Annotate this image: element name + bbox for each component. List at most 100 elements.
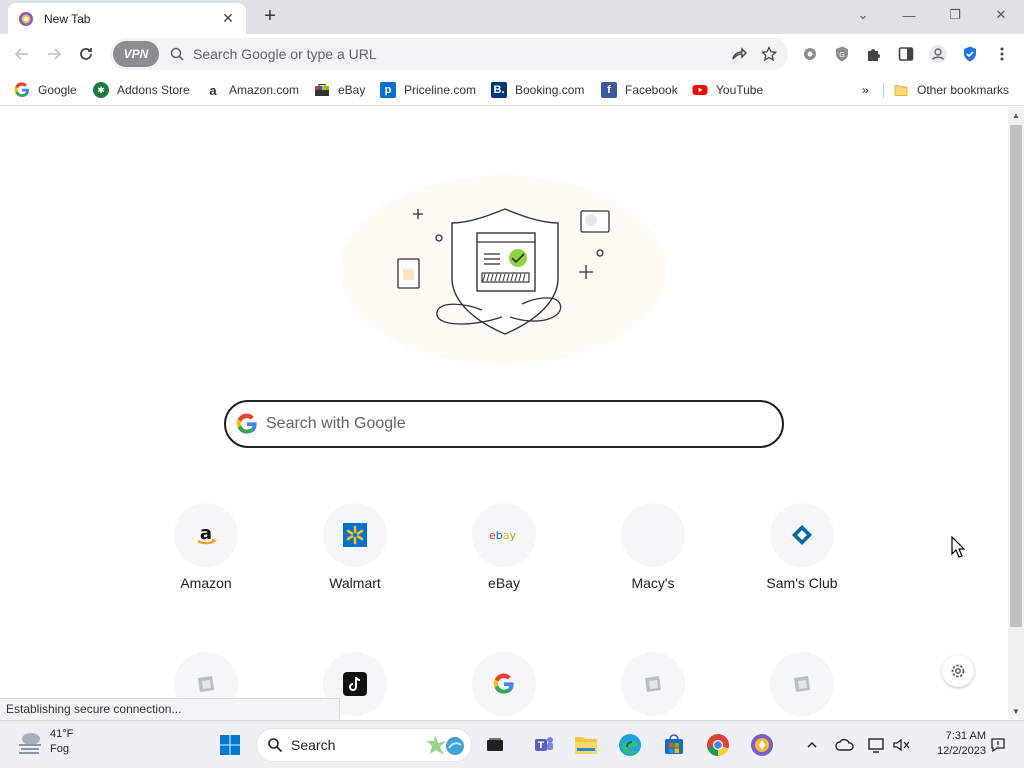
taskbar-search-box[interactable]: Search	[256, 728, 472, 762]
new-tab-button[interactable]: +	[258, 5, 282, 29]
search-icon	[170, 47, 184, 61]
file-explorer-icon[interactable]	[573, 732, 599, 758]
vpn-button[interactable]: VPN	[113, 41, 159, 67]
minimize-button[interactable]: —	[886, 0, 932, 30]
svg-text:G: G	[839, 51, 844, 59]
bookmark-amazon[interactable]: a Amazon.com	[205, 81, 299, 99]
page-scrollbar[interactable]: ▲ ▼	[1008, 107, 1024, 719]
bookmark-addons-store[interactable]: ✱ Addons Store	[93, 81, 190, 99]
clock-date: 12/2/2023	[937, 745, 986, 757]
forward-arrow-icon	[48, 48, 62, 60]
volume-muted-icon[interactable]	[889, 732, 915, 758]
bookmark-label: Booking.com	[515, 83, 585, 97]
onedrive-cloud-icon[interactable]	[832, 732, 858, 758]
shortcut-label: Walmart	[329, 575, 381, 591]
back-arrow-icon	[14, 48, 28, 60]
new-tab-page: Search with Google a Amazon Walmart ebay…	[0, 107, 1008, 719]
scroll-up-arrow-icon[interactable]: ▲	[1008, 107, 1024, 123]
shortcut-walmart[interactable]: Walmart	[300, 503, 410, 603]
windows-start-icon[interactable]	[217, 732, 243, 758]
notifications-icon[interactable]	[985, 732, 1011, 758]
restore-button[interactable]: ❐	[932, 0, 978, 30]
toolbar: VPN Search Google or type a URL G	[0, 34, 1024, 74]
customize-settings-gear-icon[interactable]	[942, 655, 974, 687]
edge-browser-icon[interactable]	[617, 732, 643, 758]
bookmark-label: Facebook	[625, 83, 678, 97]
menu-kebab-icon[interactable]	[991, 43, 1013, 65]
folder-icon	[894, 85, 908, 96]
browser-logo-icon	[19, 11, 33, 26]
show-hidden-icons-chevron-icon[interactable]	[799, 732, 825, 758]
extensions-puzzle-icon[interactable]	[863, 43, 885, 65]
clock-time: 7:31 AM	[945, 730, 986, 742]
shortcut-site[interactable]	[747, 652, 857, 719]
teams-icon[interactable]: T	[531, 732, 557, 758]
shortcut-ebay[interactable]: ebay eBay	[449, 503, 559, 603]
weather-description: Fog	[50, 743, 69, 755]
extension-shield-icon[interactable]: G	[831, 43, 853, 65]
bookmark-label: Amazon.com	[229, 83, 300, 97]
share-icon[interactable]	[724, 39, 754, 69]
task-view-icon[interactable]	[482, 732, 508, 758]
extension-gear-icon[interactable]	[799, 43, 821, 65]
svg-text:T: T	[538, 741, 545, 751]
bookmark-label: eBay	[338, 83, 366, 97]
close-window-button[interactable]: ✕	[978, 0, 1024, 30]
back-button[interactable]	[10, 42, 34, 66]
bookmark-youtube[interactable]: YouTube	[692, 81, 763, 99]
bookmark-booking[interactable]: B. Booking.com	[491, 81, 584, 99]
reload-button[interactable]	[74, 42, 98, 66]
forward-button[interactable]	[42, 42, 66, 66]
tab-title: New Tab	[44, 11, 91, 26]
shortcut-label: eBay	[488, 575, 520, 591]
shortcut-amazon[interactable]: a Amazon	[151, 503, 261, 603]
microsoft-store-icon[interactable]	[661, 732, 687, 758]
bookmark-label: Addons Store	[117, 83, 190, 97]
facebook-icon: f	[601, 82, 617, 98]
booking-icon: B.	[491, 82, 507, 98]
shortcut-site[interactable]	[598, 652, 708, 719]
addons-store-icon: ✱	[93, 82, 109, 98]
google-search-box[interactable]: Search with Google	[224, 400, 784, 448]
chrome-icon[interactable]	[705, 732, 731, 758]
amazon-icon: a	[174, 503, 238, 567]
weather-widget[interactable]: 41°F Fog	[16, 727, 73, 757]
reload-icon	[80, 48, 92, 60]
display-network-icon[interactable]	[864, 732, 890, 758]
shortcut-google[interactable]	[449, 652, 559, 719]
other-bookmarks-folder[interactable]: Other bookmarks	[893, 81, 1009, 99]
status-bar: Establishing secure connection...	[0, 698, 340, 720]
vpn-shield-check-icon[interactable]	[959, 43, 981, 65]
priceline-icon: p	[380, 82, 396, 98]
scroll-down-arrow-icon[interactable]: ▼	[1008, 703, 1024, 719]
bookmark-ebay[interactable]: eBay	[314, 81, 365, 99]
scrollbar-thumb[interactable]	[1010, 125, 1022, 627]
tab-new-tab[interactable]: New Tab ✕	[8, 3, 246, 34]
more-bookmarks-chevron-icon[interactable]: »	[862, 81, 869, 99]
bookmarks-divider	[883, 82, 884, 98]
bookmark-star-icon[interactable]	[754, 39, 784, 69]
side-panel-icon[interactable]	[895, 43, 917, 65]
omnibox-placeholder: Search Google or type a URL	[193, 46, 377, 62]
omnibox[interactable]: VPN Search Google or type a URL	[110, 38, 788, 70]
close-tab-icon[interactable]: ✕	[220, 10, 236, 27]
bookmark-google[interactable]: Google	[14, 81, 77, 99]
search-placeholder: Search with Google	[266, 415, 406, 432]
google-icon	[14, 82, 29, 98]
bookmark-priceline[interactable]: p Priceline.com	[380, 81, 476, 99]
shortcut-label: Amazon	[180, 575, 232, 591]
profile-avatar-icon[interactable]	[927, 43, 949, 65]
active-browser-icon[interactable]	[749, 732, 775, 758]
tab-search-icon[interactable]: ⌄	[840, 0, 886, 30]
ebay-icon: ebay	[472, 503, 536, 567]
system-clock[interactable]: 7:31 AM 12/2/2023	[920, 729, 986, 759]
mouse-cursor-icon	[951, 536, 965, 558]
shortcut-sams-club[interactable]: Sam's Club	[747, 503, 857, 603]
bookmark-facebook[interactable]: f Facebook	[601, 81, 678, 99]
google-g-icon	[236, 413, 257, 434]
macys-icon	[621, 503, 685, 567]
sams-club-icon	[770, 503, 834, 567]
taskbar-search-label: Search	[291, 737, 336, 753]
shortcut-macys[interactable]: Macy's	[598, 503, 708, 603]
shortcut-label: Sam's Club	[766, 575, 838, 591]
